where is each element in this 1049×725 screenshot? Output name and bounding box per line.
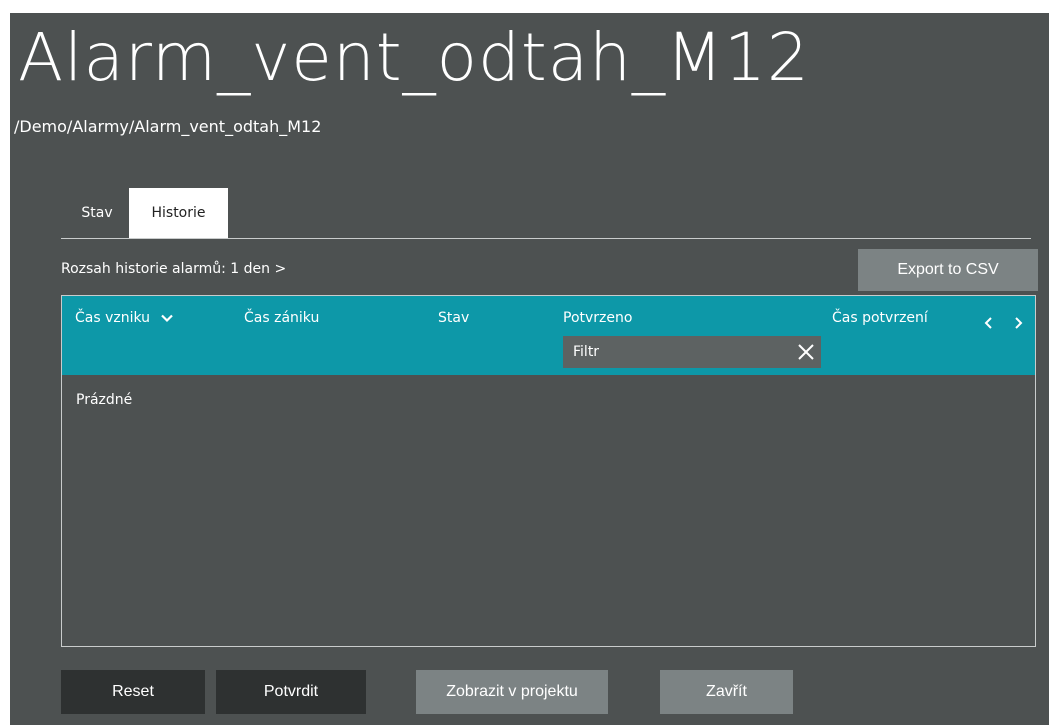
- column-header-cas-vzniku[interactable]: Čas vzniku: [75, 310, 173, 327]
- column-header-cas-zaniku[interactable]: Čas zániku: [244, 310, 319, 326]
- chevron-down-icon: [160, 311, 173, 327]
- confirm-button[interactable]: Potvrdit: [216, 670, 366, 714]
- close-icon[interactable]: [797, 343, 815, 361]
- reset-button[interactable]: Reset: [61, 670, 205, 714]
- export-csv-button[interactable]: Export to CSV: [858, 249, 1038, 291]
- column-label: Čas vzniku: [75, 310, 151, 326]
- column-header-potvrzeno[interactable]: Potvrzeno: [563, 310, 632, 326]
- column-header-stav[interactable]: Stav: [438, 310, 469, 326]
- page-title: Alarm_vent_odtah_M12: [18, 19, 810, 96]
- tab-stav[interactable]: Stav: [68, 188, 126, 238]
- tab-divider: [61, 238, 1031, 239]
- column-header-cas-potvrzeni[interactable]: Čas potvrzení: [832, 310, 928, 326]
- history-range-label: Rozsah historie alarmů: 1 den: [61, 261, 270, 277]
- close-button[interactable]: Zavřít: [660, 670, 793, 714]
- breadcrumb-path: /Demo/Alarmy/Alarm_vent_odtah_M12: [14, 117, 322, 136]
- chevron-left-icon[interactable]: [980, 314, 998, 332]
- table-header: Čas vzniku Čas zániku Stav Potvrzeno Čas…: [62, 296, 1035, 375]
- chevron-right-icon: >: [274, 261, 287, 277]
- alarm-dialog: Alarm_vent_odtah_M12 /Demo/Alarmy/Alarm_…: [10, 13, 1049, 725]
- history-range-selector[interactable]: Rozsah historie alarmů: 1 den >: [61, 261, 286, 277]
- filter-input[interactable]: [563, 336, 783, 368]
- empty-state-text: Prázdné: [76, 392, 133, 408]
- tab-historie[interactable]: Historie: [129, 188, 228, 238]
- potvrzeno-filter: [563, 336, 821, 368]
- show-in-project-button[interactable]: Zobrazit v projektu: [416, 670, 608, 714]
- chevron-right-icon[interactable]: [1009, 314, 1027, 332]
- alarm-history-table: Čas vzniku Čas zániku Stav Potvrzeno Čas…: [61, 295, 1036, 647]
